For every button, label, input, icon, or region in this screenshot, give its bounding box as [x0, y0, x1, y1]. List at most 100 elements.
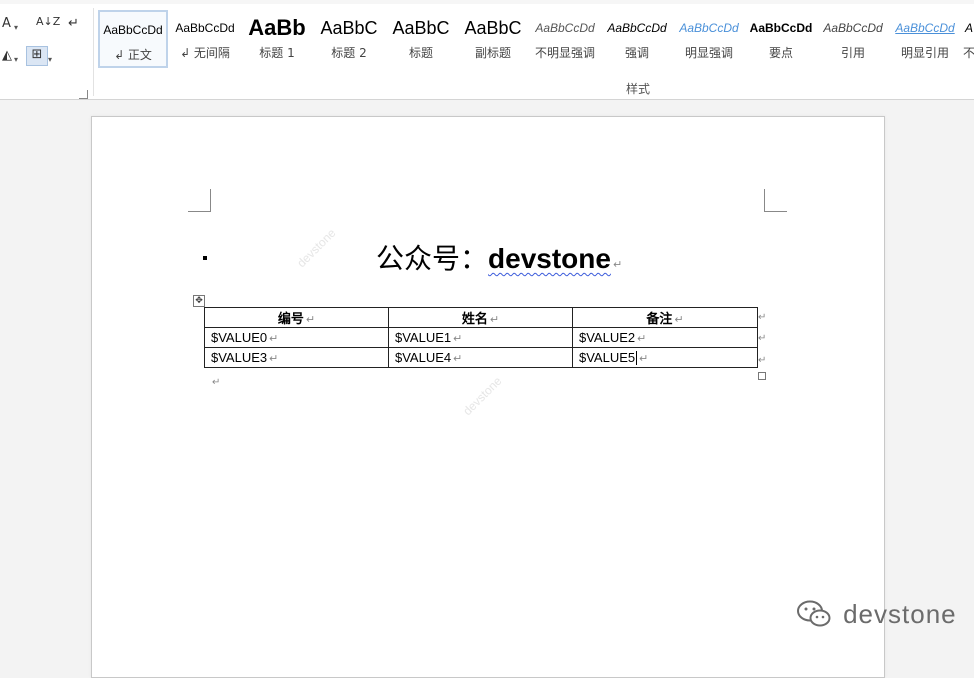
style-next-partial[interactable]: A 不 [962, 10, 974, 68]
cell-text: $VALUE1 [395, 330, 452, 345]
header-text: 编号 [277, 312, 304, 327]
style-preview: A [964, 21, 973, 35]
data-table: 编号 ↵ 姓名 ↵ 备注 ↵ $VALUE0 ↵ $VALUE1 ↵ $VALUE2 ↵ $… [204, 307, 758, 368]
borders-icon[interactable]: ⊞ [26, 46, 48, 66]
sort-label: A↓Z [36, 15, 61, 28]
styles-group-label: 样式 [626, 82, 651, 96]
ribbon: A ▾ A↓Z ↵ ◭ ▾ ⊞ ▾ AaBbCcDd ↲ 正文 AaBbCcDd… [0, 0, 974, 100]
style-preview: AaBbCcDd [175, 21, 235, 35]
cell-text: $VALUE5 [579, 349, 636, 365]
paragraph-mark: ↵ [305, 313, 316, 326]
style-preview: AaBbCcDd [749, 21, 813, 35]
group-divider [93, 8, 94, 96]
table-row: $VALUE0 ↵ $VALUE1 ↵ $VALUE2 ↵ [204, 327, 758, 348]
style-heading-2[interactable]: AaBbC 标题 2 [314, 10, 384, 68]
list-bullet [203, 256, 207, 260]
paragraph-mark: ↵ [674, 313, 684, 326]
styles-gallery: AaBbCcDd ↲ 正文 AaBbCcDd ↲ 无间隔 AaBb 标题 1 A… [96, 8, 974, 70]
cell-text: $VALUE3 [211, 350, 268, 365]
crop-mark-top-right [764, 189, 787, 212]
style-preview: AaBbCcDd [823, 21, 883, 35]
style-name: 副标题 [474, 46, 511, 60]
style-preview: AaBbCcDd [607, 21, 667, 35]
style-name: 不明显强调 [534, 46, 595, 60]
pilcrow-label: ↵ [68, 16, 79, 31]
style-preview: AaBbCcDd [535, 21, 595, 35]
style-normal[interactable]: AaBbCcDd ↲ 正文 [98, 10, 168, 68]
chevron-down-icon[interactable]: ▾ [14, 52, 18, 68]
dialog-launcher-icon[interactable] [79, 90, 88, 99]
document-title[interactable]: 公众号：devstone ↵ [376, 241, 622, 277]
table-header-row: 编号 ↵ 姓名 ↵ 备注 ↵ [204, 307, 758, 328]
style-name: 强调 [624, 46, 649, 60]
style-subtitle[interactable]: AaBbC 副标题 [458, 10, 528, 68]
paragraph-mark: ↵ [489, 313, 500, 326]
table-header-cell[interactable]: 备注 ↵ [572, 307, 758, 328]
style-name: 明显引用 [900, 46, 949, 60]
style-name: 要点 [768, 46, 793, 60]
header-text: 备注 [646, 312, 673, 327]
style-name: 标题 [408, 46, 433, 60]
table-header-cell[interactable]: 编号 ↵ [204, 307, 389, 328]
style-name: 标题 2 [331, 46, 367, 60]
table-cell[interactable]: $VALUE4 ↵ [388, 347, 573, 368]
style-quote[interactable]: AaBbCcDd 引用 [818, 10, 888, 68]
ribbon-top-line [0, 0, 974, 4]
watermark: devstone [460, 373, 505, 419]
paragraph-mark: ↵ [453, 333, 463, 345]
table-cell[interactable]: $VALUE0 ↵ [204, 327, 389, 348]
style-strong[interactable]: AaBbCcDd 要点 [746, 10, 816, 68]
style-name: ↲ 无间隔 [180, 46, 230, 60]
brand-watermark: devstone [796, 596, 957, 630]
paragraph-mark: ↵ [639, 352, 649, 365]
style-preview: AaBb [248, 15, 306, 40]
document-page[interactable]: devstone devstone 公众号：devstone ↵ ✥ 编号 ↵ 姓名… [91, 116, 885, 678]
style-no-spacing[interactable]: AaBbCcDd ↲ 无间隔 [170, 10, 240, 68]
paragraph-mark: ↵ [212, 377, 221, 388]
style-preview: AaBbCcDd [103, 23, 163, 37]
table-cell[interactable]: $VALUE3 ↵ [204, 347, 389, 368]
title-english: devstone [488, 243, 611, 274]
show-marks-icon[interactable]: ↵ [68, 16, 79, 32]
wechat-icon [797, 600, 831, 626]
style-subtle-emphasis[interactable]: AaBbCcDd 不明显强调 [530, 10, 600, 68]
cell-text: $VALUE4 [395, 350, 452, 365]
title-chinese: 公众号： [376, 242, 489, 275]
style-preview: AaBbC [464, 18, 522, 38]
style-title[interactable]: AaBbC 标题 [386, 10, 456, 68]
row-end-mark: ↵ [758, 355, 767, 366]
watermark: devstone [294, 225, 339, 271]
table-resize-handle[interactable] [758, 372, 766, 380]
table-cell[interactable]: $VALUE1 ↵ [388, 327, 573, 348]
style-preview: AaBbCcDd [895, 21, 955, 35]
chevron-down-icon[interactable]: ▾ [14, 20, 18, 36]
style-intense-emphasis[interactable]: AaBbCcDd 明显强调 [674, 10, 744, 68]
style-name: 引用 [840, 46, 865, 60]
paragraph-tools: A ▾ A↓Z ↵ ◭ ▾ ⊞ ▾ [0, 4, 90, 99]
sort-icon[interactable]: A↓Z [36, 14, 60, 30]
style-preview: AaBbC [392, 18, 450, 38]
text-cursor [636, 351, 638, 366]
table-header-cell[interactable]: 姓名 ↵ [388, 307, 573, 328]
table-row: $VALUE3 ↵ $VALUE4 ↵ $VALUE5 ↵ [204, 347, 758, 368]
style-heading-1[interactable]: AaBb 标题 1 [242, 10, 312, 68]
shading-icon[interactable]: ◭ [2, 48, 12, 64]
row-end-mark: ↵ [758, 333, 767, 344]
paragraph-mark: ↵ [612, 258, 623, 271]
header-text: 姓名 [461, 312, 488, 327]
style-intense-quote[interactable]: AaBbCcDd 明显引用 [890, 10, 960, 68]
chevron-down-icon[interactable]: ▾ [48, 52, 52, 68]
crop-mark-top-left [188, 189, 211, 212]
font-color-icon[interactable]: A [2, 16, 11, 32]
row-end-mark: ↵ [758, 312, 767, 323]
style-name: 标题 1 [259, 46, 295, 60]
style-name: 明显强调 [684, 46, 733, 60]
style-name: 不 [962, 46, 974, 60]
style-emphasis[interactable]: AaBbCcDd 强调 [602, 10, 672, 68]
table-move-icon[interactable]: ✥ [193, 295, 205, 307]
style-preview: AaBbCcDd [679, 21, 739, 35]
table-cell[interactable]: $VALUE5 ↵ [572, 347, 758, 368]
cell-text: $VALUE0 [211, 330, 268, 345]
table-cell[interactable]: $VALUE2 ↵ [572, 327, 758, 348]
style-preview: AaBbC [320, 18, 378, 38]
